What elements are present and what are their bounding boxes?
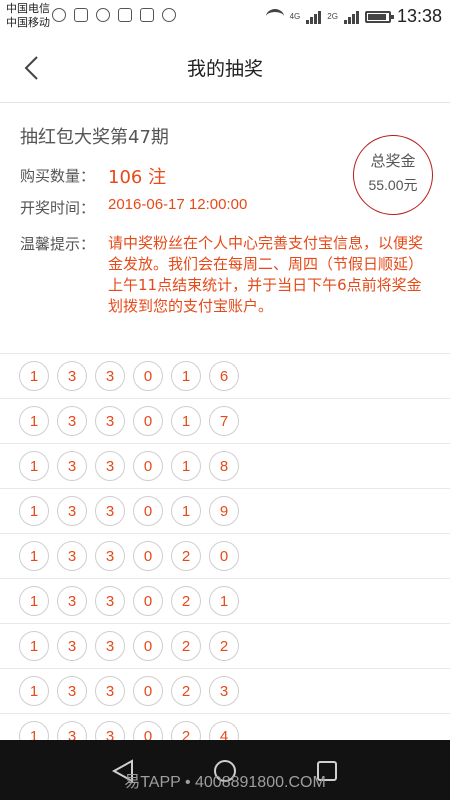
number-ball: 1: [19, 451, 49, 481]
number-ball: 3: [95, 541, 125, 571]
number-ball: 1: [19, 361, 49, 391]
wifi-icon: [265, 9, 284, 24]
ticket-list[interactable]: 1330161330171330181330191330201330211330…: [0, 353, 450, 758]
ticket-row: 133016: [0, 353, 450, 398]
lottery-title: 抽红包大奖第47期: [20, 127, 169, 148]
number-ball: 3: [95, 586, 125, 616]
number-ball: 1: [209, 586, 239, 616]
signal-icon-1: [306, 10, 322, 24]
app-header: 我的抽奖: [0, 34, 450, 103]
navigation-bar: 易TAPP • 4008891800.COM: [0, 740, 450, 800]
number-ball: 3: [95, 676, 125, 706]
ticket-row: 133022: [0, 623, 450, 668]
total-prize-label: 总奖金: [370, 152, 416, 170]
number-ball: 3: [95, 361, 125, 391]
number-ball: 9: [209, 496, 239, 526]
page-title: 我的抽奖: [186, 58, 263, 80]
number-ball: 3: [57, 586, 87, 616]
carrier-info: 中国电信 中国移动: [6, 2, 50, 30]
number-ball: 3: [95, 451, 125, 481]
notification-icons: [52, 8, 176, 22]
image-icon: [118, 8, 132, 22]
number-ball: 3: [57, 631, 87, 661]
number-ball: 1: [171, 406, 201, 436]
number-ball: 0: [133, 586, 163, 616]
total-prize-amount: 55.00元: [368, 177, 418, 193]
tip-text: 请中奖粉丝在个人中心完善支付宝信息，以便奖金发放。我们会在每周二、周四（节假日顺…: [108, 234, 424, 315]
number-ball: 0: [133, 496, 163, 526]
number-ball: 0: [133, 451, 163, 481]
ticket-row: 133019: [0, 488, 450, 533]
number-ball: 1: [19, 406, 49, 436]
number-ball: 3: [57, 406, 87, 436]
tip-label: 温馨提示：: [20, 235, 96, 253]
number-ball: 1: [19, 586, 49, 616]
number-ball: 0: [133, 361, 163, 391]
number-ball: 3: [57, 361, 87, 391]
ticket-row: 133021: [0, 578, 450, 623]
wechat-icon: [96, 8, 110, 22]
carrier-1: 中国电信: [6, 3, 50, 15]
number-ball: 8: [209, 451, 239, 481]
number-ball: 3: [95, 631, 125, 661]
number-ball: 0: [133, 406, 163, 436]
carrier-2: 中国移动: [6, 17, 50, 29]
clock: 13:38: [396, 6, 442, 26]
ticket-row: 133018: [0, 443, 450, 488]
number-ball: 3: [95, 406, 125, 436]
draw-time-value: 2016-06-17 12:00:00: [108, 196, 248, 213]
number-ball: 0: [133, 676, 163, 706]
number-ball: 1: [19, 541, 49, 571]
number-ball: 2: [209, 631, 239, 661]
number-ball: 1: [19, 631, 49, 661]
status-right: 4G 2G 13:38: [265, 6, 442, 27]
number-ball: 1: [19, 496, 49, 526]
lottery-info: 抽红包大奖第47期 购买数量： 106 注 开奖时间： 2016-06-17 1…: [0, 103, 450, 353]
number-ball: 3: [57, 541, 87, 571]
number-ball: 3: [57, 451, 87, 481]
number-ball: 2: [171, 541, 201, 571]
number-ball: 1: [171, 451, 201, 481]
notification-icon: [74, 8, 88, 22]
number-ball: 3: [209, 676, 239, 706]
number-ball: 3: [57, 676, 87, 706]
network-type-2: 2G: [327, 12, 338, 21]
number-ball: 2: [171, 586, 201, 616]
watermark: 易TAPP • 4008891800.COM: [124, 774, 326, 791]
network-type-1: 4G: [289, 12, 301, 21]
number-ball: 1: [19, 676, 49, 706]
total-prize-badge: 总奖金 55.00元: [353, 135, 433, 215]
number-ball: 7: [209, 406, 239, 436]
number-ball: 1: [171, 361, 201, 391]
signal-icon-2: [343, 10, 359, 24]
cloud-icon: [162, 8, 176, 22]
emoji-icon: [52, 8, 66, 22]
ticket-row: 133020: [0, 533, 450, 578]
number-ball: 3: [95, 496, 125, 526]
status-bar: 中国电信 中国移动 4G 2G 13:38: [0, 0, 450, 34]
ticket-row: 133017: [0, 398, 450, 443]
number-ball: 0: [133, 541, 163, 571]
ticket-row: 133023: [0, 668, 450, 713]
number-ball: 0: [133, 631, 163, 661]
number-ball: 0: [209, 541, 239, 571]
number-ball: 6: [209, 361, 239, 391]
battery-icon: [364, 10, 394, 23]
number-ball: 2: [171, 631, 201, 661]
quantity-label: 购买数量：: [20, 167, 96, 185]
draw-time-label: 开奖时间：: [20, 199, 96, 217]
number-ball: 3: [57, 496, 87, 526]
number-ball: 2: [171, 676, 201, 706]
keyboard-icon: [140, 8, 154, 22]
number-ball: 1: [171, 496, 201, 526]
quantity-value: 106 注: [108, 167, 167, 188]
